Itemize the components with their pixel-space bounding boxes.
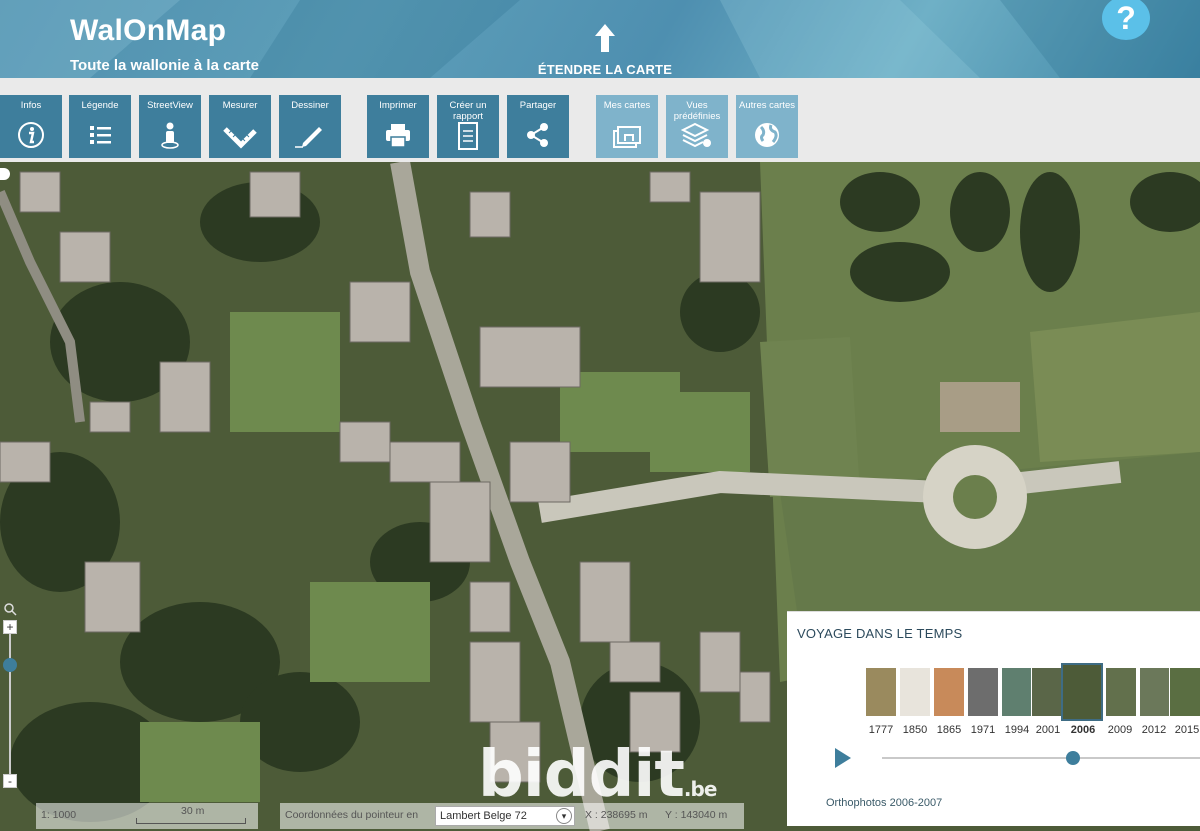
year-label[interactable]: 1971 — [966, 724, 1000, 736]
thumb-1971[interactable] — [967, 667, 999, 717]
timeline-track[interactable] — [882, 757, 1200, 759]
autres-cartes-label: Autres cartes — [739, 100, 795, 111]
streetview-button[interactable]: StreetView — [139, 95, 201, 158]
thumb-1865[interactable] — [933, 667, 965, 717]
app-subtitle: Toute la wallonie à la carte — [70, 57, 259, 74]
year-label[interactable]: 1865 — [932, 724, 966, 736]
dessiner-button[interactable]: Dessiner — [279, 95, 341, 158]
zoom-in-button[interactable]: + — [3, 620, 17, 634]
thumb-1994[interactable] — [1001, 667, 1033, 717]
infos-button[interactable]: Infos — [0, 95, 62, 158]
year-label[interactable]: 1777 — [864, 724, 898, 736]
zoom-track — [9, 634, 11, 774]
layers-icon — [681, 122, 711, 148]
rapport-button[interactable]: Créer un rapport — [437, 95, 499, 158]
thumb-2001[interactable] — [1031, 667, 1063, 717]
legende-button[interactable]: Légende — [69, 95, 131, 158]
year-label[interactable]: 2009 — [1103, 724, 1137, 736]
imprimer-button[interactable]: Imprimer — [367, 95, 429, 158]
globe-icon — [755, 123, 779, 147]
time-travel-title: VOYAGE DANS LE TEMPS — [797, 626, 963, 641]
year-label-selected[interactable]: 2006 — [1066, 724, 1100, 736]
partager-button[interactable]: Partager — [507, 95, 569, 158]
mesurer-button[interactable]: Mesurer — [209, 95, 271, 158]
list-icon — [90, 126, 111, 144]
mesurer-label: Mesurer — [222, 100, 258, 111]
infos-label: Infos — [20, 100, 42, 111]
play-icon[interactable] — [835, 748, 851, 768]
thumb-1777[interactable] — [865, 667, 897, 717]
scale-panel: 1: 1000 30 m — [36, 803, 258, 829]
thumb-2006[interactable] — [1061, 663, 1103, 721]
maps-stack-icon — [613, 126, 641, 148]
magnifier-icon — [4, 603, 17, 616]
scale-bar-label: 30 m — [181, 805, 205, 817]
arrow-up-icon — [595, 24, 615, 52]
extend-map-button[interactable]: ÉTENDRE LA CARTE — [520, 22, 690, 77]
watermark-text: biddit — [478, 738, 685, 812]
rapport-label: Créer un rapport — [449, 100, 487, 122]
year-labels: 1777 1850 1865 1971 1994 2001 2006 2009 … — [865, 724, 1200, 738]
ruler-icon — [223, 127, 257, 149]
year-label[interactable]: 2015 — [1170, 724, 1200, 736]
time-travel-caption: Orthophotos 2006-2007 — [826, 797, 943, 809]
info-icon — [18, 122, 44, 148]
streetview-label: StreetView — [147, 100, 193, 111]
year-thumbnails — [865, 663, 1200, 721]
person-icon — [161, 122, 179, 149]
thumb-2012[interactable] — [1139, 667, 1171, 717]
zoom-slider[interactable] — [3, 634, 17, 774]
watermark-suffix: .be — [683, 777, 717, 801]
share-icon — [527, 123, 548, 147]
year-label[interactable]: 1994 — [1000, 724, 1034, 736]
app-title: WalOnMap — [70, 14, 227, 47]
legende-label: Légende — [81, 100, 119, 111]
partager-label: Partager — [519, 100, 557, 111]
printer-icon — [386, 124, 410, 148]
timeline-knob[interactable] — [1065, 751, 1080, 765]
time-travel-panel: VOYAGE DANS LE TEMPS 1777 1850 1865 1971… — [787, 611, 1200, 826]
pointer-label: Coordonnées du pointeur en — [285, 809, 419, 821]
pencil-icon — [295, 127, 322, 148]
mes-cartes-label: Mes cartes — [603, 100, 651, 111]
year-label[interactable]: 2001 — [1031, 724, 1065, 736]
thumb-1850[interactable] — [899, 667, 931, 717]
extend-map-label: ÉTENDRE LA CARTE — [537, 62, 673, 77]
scale-text: 1: 1000 — [41, 809, 77, 821]
mes-cartes-button[interactable]: Mes cartes — [596, 95, 658, 158]
year-label[interactable]: 2012 — [1137, 724, 1171, 736]
vues-predefinies-button[interactable]: Vues prédéfinies — [666, 95, 728, 158]
toolbar: Infos Légende StreetView Mesurer Dessine… — [0, 78, 1200, 162]
vues-predefinies-label: Vues prédéfinies — [673, 100, 721, 122]
biddit-watermark: biddit.be — [478, 738, 717, 812]
dessiner-label: Dessiner — [291, 100, 329, 111]
zoom-out-button[interactable]: - — [3, 774, 17, 788]
header-banner: WalOnMap Toute la wallonie à la carte ÉT… — [0, 0, 1200, 78]
autres-cartes-button[interactable]: Autres cartes — [736, 95, 798, 158]
scale-bar — [136, 818, 246, 824]
year-label[interactable]: 1850 — [898, 724, 932, 736]
report-icon — [458, 122, 478, 150]
thumb-2009[interactable] — [1105, 667, 1137, 717]
imprimer-label: Imprimer — [379, 100, 417, 111]
zoom-knob[interactable] — [3, 658, 17, 672]
zoom-control: + - — [3, 602, 21, 788]
thumb-2015[interactable] — [1169, 667, 1200, 717]
